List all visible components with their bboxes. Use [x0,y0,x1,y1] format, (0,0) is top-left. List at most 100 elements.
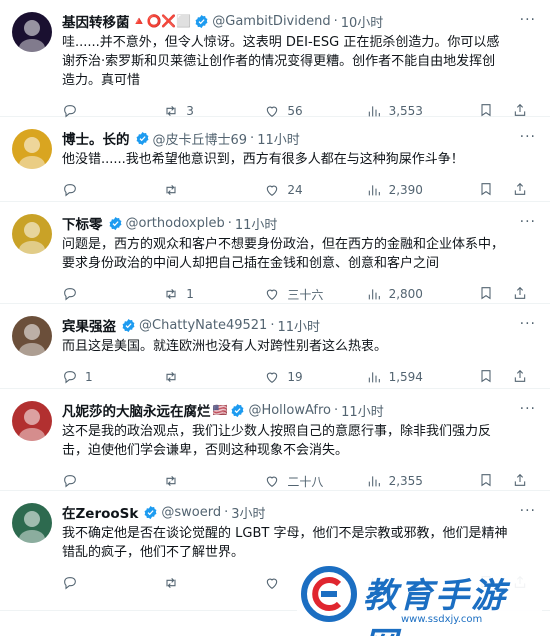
tweet-header: 下标零 @orthodoxpleb · 11小时 [62,212,538,234]
views-count: 2,390 [388,183,423,197]
user-handle[interactable]: @HollowAfro [248,403,331,418]
reply-feed: 基因转移菌 🔺⭕❌⬜ @GambitDividend · 10小时 ··· 哇......并… [0,0,550,611]
verified-icon [232,403,244,417]
bookmark-icon [481,286,491,299]
share-icon [514,182,526,195]
retweet-button[interactable] [163,575,264,591]
bookmark-button[interactable] [478,181,494,200]
like-button[interactable]: 三十六 [264,286,365,303]
retweet-count: 1 [186,287,194,301]
bookmark-icon [481,473,491,486]
avatar[interactable] [12,503,52,543]
like-icon [267,476,278,487]
separator-dot: · [334,402,339,418]
tweet[interactable]: 基因转移菌 🔺⭕❌⬜ @GambitDividend · 10小时 ··· 哇......并… [0,0,550,118]
name-emoji: 🇺🇸 [212,403,228,417]
more-icon[interactable]: ··· [520,401,536,417]
reply-icon [64,475,76,488]
retweet-icon [166,577,176,589]
tweet-header: 博士。长的 @皮卡丘博士69 · 11小时 [62,127,538,149]
tweet[interactable]: 博士。长的 @皮卡丘博士69 · 11小时 ··· 他没错......我也希望他意识到，西… [0,117,550,202]
avatar[interactable] [12,401,52,441]
retweet-button[interactable] [163,182,264,198]
like-button[interactable]: 二十八 [264,473,365,490]
like-count: 三十六 [287,287,324,302]
retweet-button[interactable] [163,473,264,489]
user-handle[interactable]: @GambitDividend [212,14,330,29]
retweet-icon [166,184,176,196]
views-icon [368,185,380,196]
like-icon [267,372,278,383]
tweet-text: 而且这是美国。就连欧洲也没有人对跨性别者这么热衷。 [62,339,388,354]
like-icon [267,185,278,196]
views-button[interactable]: 2,390 [366,182,478,198]
views-count: 2,800 [388,287,423,301]
views-button[interactable]: 2,800 [366,286,478,302]
share-button[interactable] [512,368,528,387]
tweet[interactable]: 下标零 @orthodoxpleb · 11小时 ··· 问题是，西方的观众和客户不想要身… [0,202,550,304]
retweet-button[interactable]: 1 [163,286,264,302]
display-name[interactable]: 下标零 [62,213,103,233]
avatar[interactable] [12,129,52,169]
like-button[interactable]: 24 [264,182,365,198]
like-button[interactable]: 19 [264,369,365,385]
views-button[interactable]: 1,594 [366,369,478,385]
more-icon[interactable]: ··· [520,129,536,145]
user-handle[interactable]: @orthodoxpleb [126,216,225,231]
share-icon [514,286,526,299]
reply-icon [64,288,76,301]
reply-button[interactable] [62,286,163,302]
retweet-button[interactable] [163,369,264,385]
share-button[interactable] [512,285,528,304]
tweet-text: 哇......并不意外，但令人惊讶。这表明 DEI-ESG 正在扼杀创造力。你可… [62,35,500,88]
more-icon[interactable]: ··· [520,214,536,230]
separator-dot: · [224,504,229,520]
bookmark-button[interactable] [478,368,494,387]
timestamp[interactable]: 11小时 [277,316,320,335]
separator-dot: · [270,317,275,333]
timestamp[interactable]: 11小时 [235,214,278,233]
timestamp[interactable]: 11小时 [341,401,384,420]
more-icon[interactable]: ··· [520,316,536,332]
verified-icon [144,505,157,519]
user-handle[interactable]: @swoerd [161,505,221,520]
tweet-text: 他没错......我也希望他意识到，西方有很多人都在与这种狗屎作斗争！ [62,152,464,167]
display-name[interactable]: 在ZerooSk [62,502,138,522]
bookmark-icon [481,369,491,382]
tweet-header: 基因转移菌 🔺⭕❌⬜ @GambitDividend · 10小时 [62,10,538,32]
retweet-icon [166,371,176,383]
display-name[interactable]: 基因转移菌 [62,11,130,31]
retweet-icon [166,475,176,487]
tweet[interactable]: 宾果强盗 @ChattyNate49521 · 11小时 ··· 而且这是美国。就连欧洲也… [0,304,550,389]
reply-icon [64,577,76,590]
tweet[interactable]: 凡妮莎的大脑永远在腐烂 🇺🇸 @HollowAfro · 11小时 ··· 这不是我的政治观… [0,389,550,491]
reply-button[interactable] [62,473,163,489]
bookmark-button[interactable] [478,472,494,491]
more-icon[interactable]: ··· [520,12,536,28]
reply-button[interactable]: 1 [62,369,163,385]
avatar[interactable] [12,214,52,254]
timestamp[interactable]: 3小时 [231,503,265,522]
reply-button[interactable] [62,182,163,198]
reply-count: 1 [85,370,93,384]
display-name[interactable]: 宾果强盗 [62,315,116,335]
avatar[interactable] [12,316,52,356]
views-count: 3,553 [388,104,423,118]
user-handle[interactable]: @皮卡丘博士69 [153,129,248,148]
more-icon[interactable]: ··· [520,503,536,519]
display-name[interactable]: 博士。长的 [62,128,130,148]
timestamp[interactable]: 11小时 [257,129,300,148]
separator-dot: · [333,13,338,29]
reply-button[interactable] [62,575,163,591]
share-button[interactable] [512,181,528,200]
views-button[interactable]: 2,355 [366,473,478,489]
share-button[interactable] [512,472,528,491]
bookmark-button[interactable] [478,285,494,304]
reply-icon [64,184,76,197]
views-icon [368,476,380,487]
avatar[interactable] [12,12,52,52]
like-count: 19 [287,370,303,384]
timestamp[interactable]: 10小时 [341,12,384,31]
display-name[interactable]: 凡妮莎的大脑永远在腐烂 [62,400,211,420]
user-handle[interactable]: @ChattyNate49521 [139,318,267,333]
